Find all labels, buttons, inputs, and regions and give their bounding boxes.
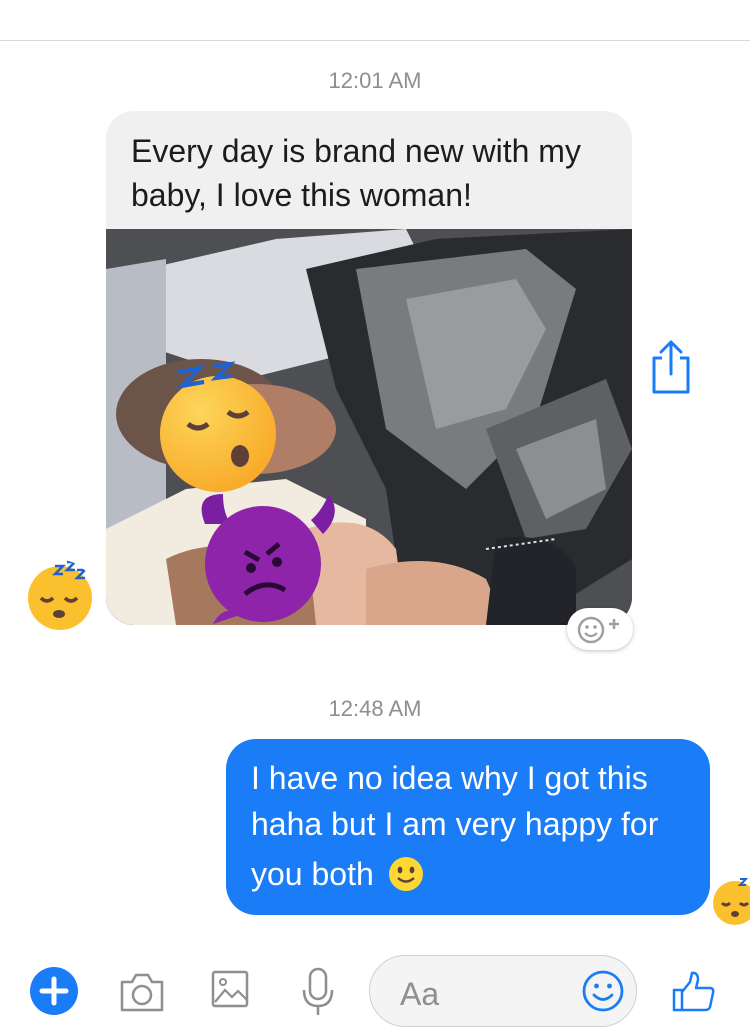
thumbs-up-icon[interactable] — [672, 970, 716, 1014]
outgoing-message-bubble[interactable]: I have no idea why I got this haha but I… — [226, 739, 710, 915]
incoming-message-text: Every day is brand new with my baby, I l… — [131, 133, 581, 213]
message-input-placeholder: Aa — [400, 976, 440, 1012]
outgoing-message-line: I have no idea why I got this — [251, 760, 648, 796]
outgoing-message-line: you both — [251, 856, 374, 892]
add-reaction-icon — [577, 616, 619, 644]
microphone-icon[interactable] — [301, 966, 335, 1018]
gallery-icon[interactable] — [211, 968, 249, 1010]
sender-avatar-sleeping-emoji[interactable] — [25, 560, 95, 630]
share-icon[interactable] — [648, 338, 694, 396]
photo-image — [106, 229, 632, 625]
plus-icon[interactable] — [30, 967, 78, 1015]
slightly-smiling-face-emoji — [388, 857, 423, 891]
incoming-message-bubble[interactable]: Every day is brand new with my baby, I l… — [106, 111, 632, 625]
top-divider — [0, 40, 750, 41]
add-reaction-button[interactable] — [567, 608, 633, 650]
message-photo[interactable] — [106, 229, 632, 625]
emoji-icon[interactable] — [581, 969, 625, 1013]
seen-avatar-sleeping-emoji — [710, 875, 750, 925]
outgoing-message-line: haha but I am very happy for — [251, 806, 659, 842]
timestamp: 12:48 AM — [328, 696, 422, 721]
timestamp: 12:01 AM — [328, 68, 422, 93]
camera-icon[interactable] — [118, 970, 166, 1014]
